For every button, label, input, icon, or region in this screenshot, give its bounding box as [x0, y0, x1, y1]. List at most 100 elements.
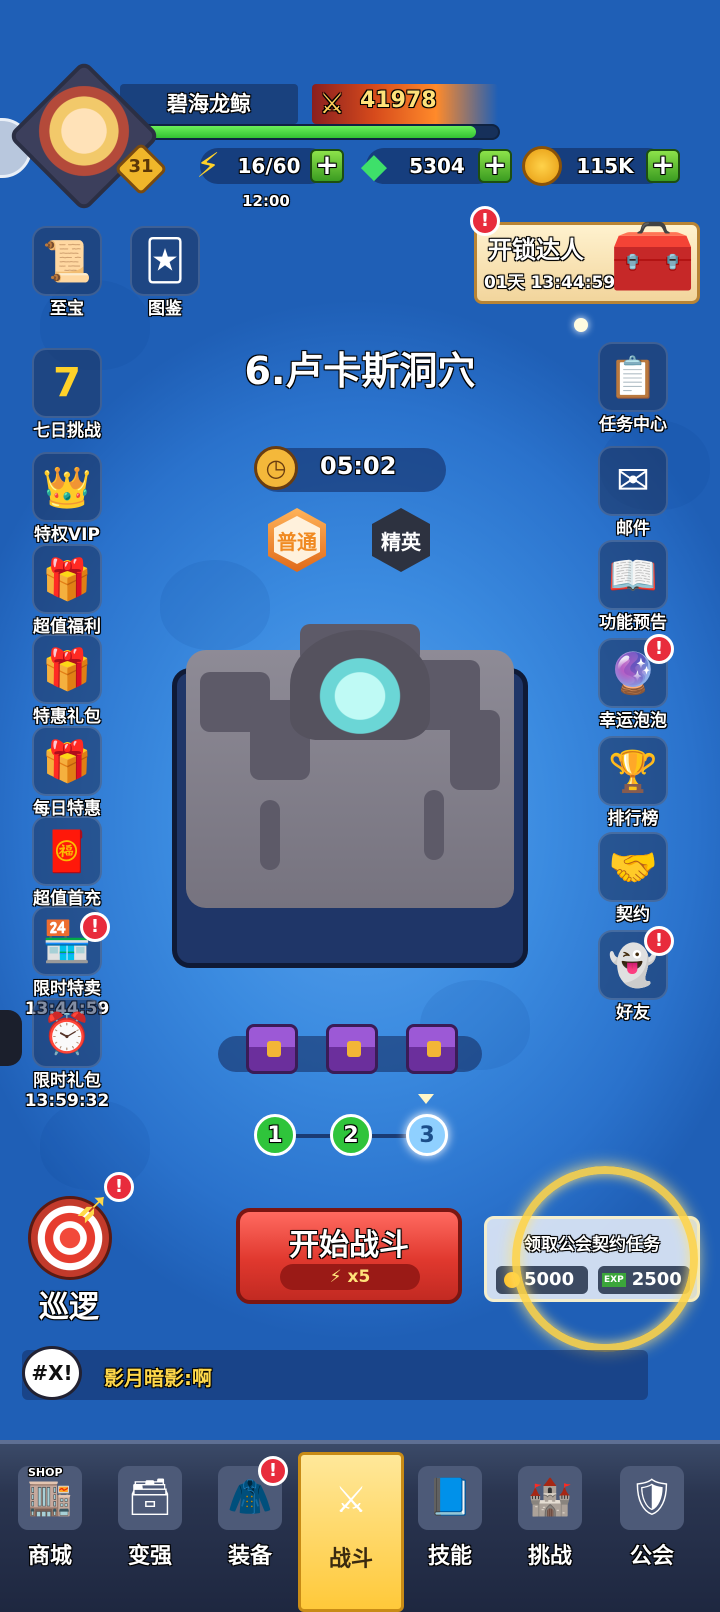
menu-daily-deal[interactable]: 🎁 每日特惠 — [12, 726, 122, 819]
xp-bar-fill — [132, 126, 477, 138]
highlight-ring — [512, 1166, 698, 1352]
coins-value: 115K — [576, 154, 634, 178]
step-connector — [294, 1134, 334, 1138]
stamina-value: 16/60 — [237, 154, 301, 178]
menu-codex[interactable]: 🃏 图鉴 — [110, 226, 220, 319]
crown-icon: 👑 — [32, 452, 102, 522]
menu-label: 至宝 — [50, 299, 84, 319]
nav-label: 技能 — [427, 1544, 472, 1569]
treasure-chest-icon: 🧰 — [609, 215, 697, 297]
menu-contract[interactable]: 🤝 契约 — [578, 832, 688, 925]
limited-sale-badge: ! — [80, 912, 110, 942]
stopwatch-icon: ◷ — [254, 446, 298, 490]
gate-icon: 🏰 — [518, 1466, 582, 1530]
stage-title: 6.卢卡斯洞穴 — [244, 349, 476, 393]
start-battle-cost: ⚡ x5 — [280, 1264, 420, 1290]
nav-label: 商城 — [27, 1544, 72, 1569]
nav-challenge[interactable]: 🏰 挑战 — [502, 1460, 598, 1600]
chest-upgrade-icon: 🗃 — [118, 1466, 182, 1530]
menu-mail[interactable]: ✉ 邮件 — [578, 446, 688, 539]
menu-treasure[interactable]: 📜 至宝 — [12, 226, 122, 319]
handshake-icon: 🤝 — [598, 832, 668, 902]
gem-icon: ◆ — [360, 146, 388, 186]
lock-icon — [427, 1041, 441, 1057]
crossed-swords-icon: ⚔ — [319, 87, 345, 120]
chat-icon[interactable]: #X! — [22, 1346, 82, 1400]
step-connector — [372, 1134, 408, 1138]
player-level: 31 — [128, 156, 154, 177]
menu-label: 限时特卖 — [33, 979, 101, 999]
sparkle-icon — [574, 318, 588, 332]
event-alert-badge: ! — [470, 206, 500, 236]
gift-chest-icon: 🎁 — [32, 544, 102, 614]
menu-label: 七日挑战 — [33, 421, 101, 441]
friends-badge: ! — [644, 926, 674, 956]
reward-chest-1[interactable] — [246, 1024, 298, 1074]
menu-label: 图鉴 — [148, 299, 182, 319]
menu-leaderboard[interactable]: 🏆 排行榜 — [578, 736, 688, 829]
menu-first-recharge[interactable]: 🧧 超值首充 — [12, 816, 122, 909]
skill-book-icon: 📘 — [418, 1466, 482, 1530]
lightning-icon: ⚡ — [329, 1267, 348, 1287]
equipment-badge: ! — [258, 1456, 288, 1486]
stage-timer: 05:02 — [320, 452, 397, 480]
rock — [450, 710, 500, 790]
menu-label: 功能预告 — [599, 613, 667, 633]
clock-gift-icon: ⏰ — [32, 998, 102, 1068]
menu-label: 任务中心 — [599, 415, 667, 435]
menu-label: 契约 — [616, 905, 650, 925]
nav-guild[interactable]: 🛡 公会 — [604, 1460, 700, 1600]
add-coins-button[interactable]: + — [646, 149, 680, 183]
nav-label: 战斗 — [328, 1547, 373, 1572]
scroll-icon: 📜 — [32, 226, 102, 296]
red-envelope-icon: 🧧 — [32, 816, 102, 886]
nav-label: 挑战 — [527, 1544, 572, 1569]
menu-value-benefits[interactable]: 🎁 超值福利 — [12, 544, 122, 637]
mail-icon: ✉ — [598, 446, 668, 516]
progress-step-2[interactable]: 2 — [330, 1114, 372, 1156]
gift-box-icon: 🎁 — [32, 634, 102, 704]
event-countdown: 01天 13:44:59 — [484, 273, 616, 293]
reward-chest-3[interactable] — [406, 1024, 458, 1074]
menu-special-pack[interactable]: 🎁 特惠礼包 — [12, 634, 122, 727]
menu-label: 好友 — [616, 1003, 650, 1023]
lock-icon — [347, 1041, 361, 1057]
nav-upgrade[interactable]: 🗃 变强 — [102, 1460, 198, 1600]
progress-step-1[interactable]: 1 — [254, 1114, 296, 1156]
lucky-bubble-badge: ! — [644, 634, 674, 664]
patrol-badge: ! — [104, 1172, 134, 1202]
podium-icon: 🏆 — [598, 736, 668, 806]
gems-value: 5304 — [409, 154, 465, 178]
current-step-arrow — [418, 1094, 434, 1104]
blue-gift-icon: 🎁 — [32, 726, 102, 796]
menu-label: 特权VIP — [34, 525, 100, 545]
progress-step-3[interactable]: 3 — [406, 1114, 448, 1156]
add-stamina-button[interactable]: + — [310, 149, 344, 183]
patrol-label: 巡逻 — [39, 1290, 99, 1325]
menu-limited-pack[interactable]: ⏰ 限时礼包 13:59:32 — [12, 998, 122, 1111]
menu-label: 邮件 — [616, 519, 650, 539]
nav-label: 公会 — [629, 1544, 674, 1569]
reward-chest-2[interactable] — [326, 1024, 378, 1074]
book-magnifier-icon: 📖 — [598, 540, 668, 610]
start-battle-label: 开始战斗 — [289, 1228, 409, 1263]
skull-cave-entrance — [290, 630, 430, 740]
difficulty-normal-label: 普通 — [277, 530, 317, 554]
background-paw-pattern — [160, 560, 270, 650]
nav-shop[interactable]: 🏬 商城 — [2, 1460, 98, 1600]
nav-battle[interactable]: ⚔ 战斗 — [298, 1452, 404, 1612]
menu-label: 排行榜 — [607, 809, 659, 829]
coin-icon — [522, 146, 562, 186]
shop-tag: SHOP — [28, 1466, 63, 1479]
menu-label: 限时礼包 — [33, 1071, 101, 1091]
lightning-icon: ⚡ — [196, 146, 220, 186]
stalagmite — [260, 800, 280, 870]
menu-feature-preview[interactable]: 📖 功能预告 — [578, 540, 688, 633]
player-name: 碧海龙鲸 — [120, 84, 298, 124]
nav-skills[interactable]: 📘 技能 — [402, 1460, 498, 1600]
limited-pack-timer: 13:59:32 — [24, 1091, 110, 1111]
menu-vip[interactable]: 👑 特权VIP — [12, 452, 122, 545]
xp-bar — [130, 124, 500, 140]
guild-shield-icon: 🛡 — [620, 1466, 684, 1530]
add-gems-button[interactable]: + — [478, 149, 512, 183]
